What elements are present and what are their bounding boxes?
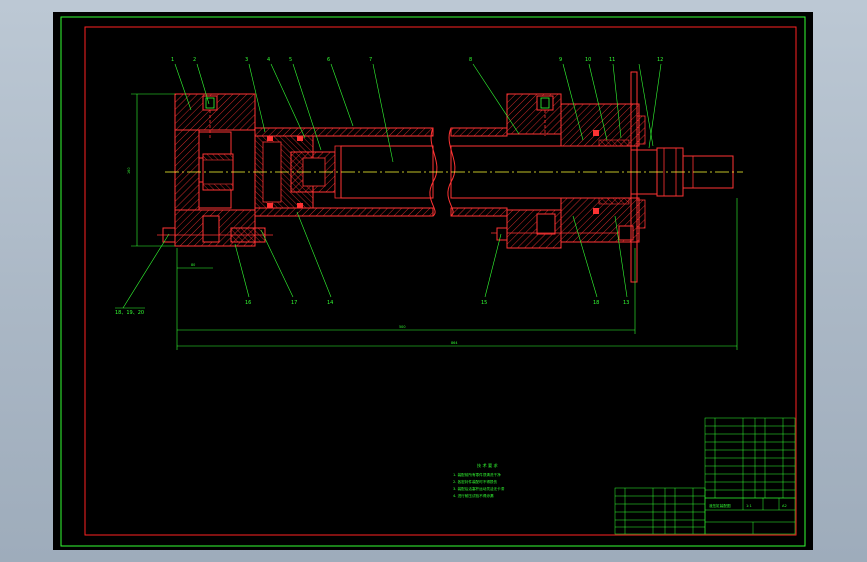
cad-viewport[interactable]: 1 2 3 4 5 6 7 8 9 10 11 12 16 17 14 15 1…: [53, 12, 813, 550]
balloon-14: 14: [327, 300, 333, 306]
notes-title: 技 术 要 求: [477, 462, 499, 469]
title-block-scale: 1:1: [746, 504, 752, 508]
balloon-8: 8: [469, 57, 472, 63]
balloon-10: 10: [585, 57, 591, 63]
balloon-group: 18、19、20: [115, 310, 144, 316]
balloon-9: 9: [559, 57, 562, 63]
dim-height: 160: [127, 168, 131, 174]
parts-list: [704, 417, 796, 499]
right-end-cap: [506, 93, 646, 249]
balloon-2: 2: [193, 57, 196, 63]
balloon-1: 1: [171, 57, 174, 63]
outer-border: [60, 16, 806, 547]
balloon-3: 3: [245, 57, 248, 63]
dim-stroke: 500: [399, 325, 405, 329]
balloon-5: 5: [289, 57, 292, 63]
dim-total: 864: [451, 341, 457, 345]
balloon-7: 7: [369, 57, 372, 63]
title-block-name: 液压缸装配图: [709, 503, 731, 508]
title-block-sheet: A2: [782, 504, 787, 508]
balloon-17: 17: [291, 300, 297, 306]
balloon-4: 4: [267, 57, 270, 63]
balloon-13: 13: [623, 300, 629, 306]
balloon-18: 18: [593, 300, 599, 306]
note-line-1: 1. 装配前所有零件须清洗干净: [453, 472, 501, 477]
balloon-6: 6: [327, 57, 330, 63]
dim-flange: 80: [191, 263, 195, 267]
balloon-12: 12: [657, 57, 663, 63]
balloon-16: 16: [245, 300, 251, 306]
balloon-15: 15: [481, 300, 487, 306]
assembly-drawing: 1 2 3 4 5 6 7 8 9 10 11 12 16 17 14 15 1…: [60, 16, 806, 547]
note-line-4: 4. 进行耐压试验不得渗漏: [453, 493, 494, 498]
parts-list-lower: [614, 487, 706, 535]
note-line-3: 3. 装配后活塞杆运动灵活无卡滞: [453, 486, 505, 491]
technical-notes: 技 术 要 求 1. 装配前所有零件须清洗干净 2. 各密封件装配时不得损伤 3…: [453, 462, 505, 498]
balloon-11: 11: [609, 57, 615, 63]
note-line-2: 2. 各密封件装配时不得损伤: [453, 479, 498, 484]
left-end-cap: [174, 93, 256, 247]
